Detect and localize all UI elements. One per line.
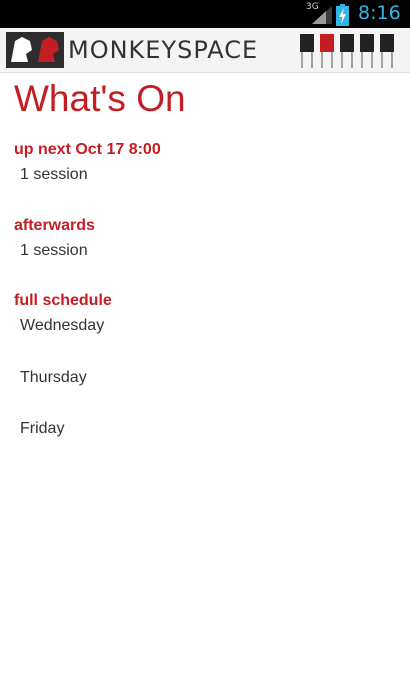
app-header-banner: MONKEYSPACE bbox=[0, 28, 410, 73]
schedule-day-wednesday[interactable]: Wednesday bbox=[20, 317, 104, 335]
page-title: What's On bbox=[14, 78, 186, 119]
battery-charging-icon bbox=[336, 4, 349, 31]
status-bar: 3G 8:16 bbox=[0, 0, 410, 28]
signal-icon bbox=[312, 6, 332, 29]
section-title-afterwards: afterwards bbox=[14, 217, 95, 234]
brand-wordmark: MONKEYSPACE bbox=[68, 36, 259, 64]
status-clock: 8:16 bbox=[358, 2, 401, 24]
schedule-day-friday[interactable]: Friday bbox=[20, 420, 64, 438]
section-title-full-schedule: full schedule bbox=[14, 292, 112, 309]
afterwards-session-count[interactable]: 1 session bbox=[20, 242, 88, 260]
schedule-day-thursday[interactable]: Thursday bbox=[20, 369, 87, 387]
up-next-session-count[interactable]: 1 session bbox=[20, 166, 88, 184]
chairs-graphic-icon bbox=[294, 30, 404, 75]
section-title-up-next: up next Oct 17 8:00 bbox=[14, 141, 161, 158]
monkey-logo-icon bbox=[6, 32, 64, 73]
